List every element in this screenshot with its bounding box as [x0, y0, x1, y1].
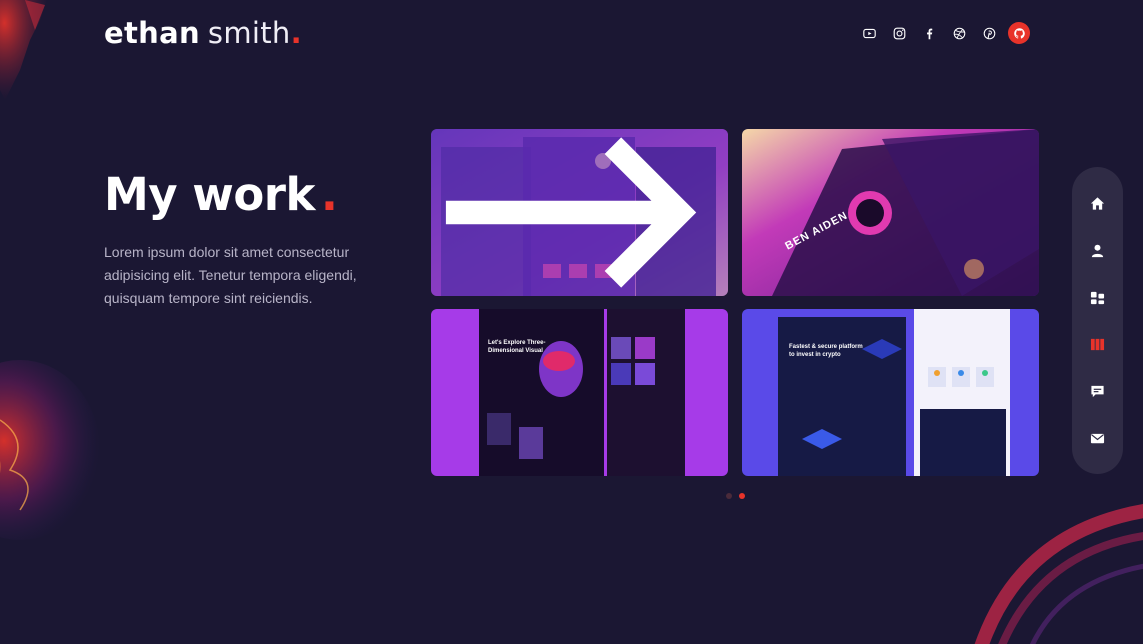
project-preview-2: [742, 129, 1039, 296]
youtube-icon: [862, 28, 876, 38]
page-title: My work.: [104, 168, 404, 221]
pinterest-icon: [983, 27, 995, 39]
facebook-link[interactable]: [918, 22, 940, 44]
logo-last-name: smith: [207, 16, 291, 50]
pinterest-link[interactable]: [978, 22, 1000, 44]
home-icon: [1090, 196, 1105, 210]
top-left-splash: [0, 0, 47, 100]
testimonial-icon: [1091, 385, 1104, 397]
side-navigation: [1072, 167, 1123, 474]
instagram-link[interactable]: [888, 22, 910, 44]
project-preview-3: [431, 309, 728, 476]
github-link[interactable]: [1008, 22, 1030, 44]
page-title-text: My work: [104, 168, 315, 221]
nav-home[interactable]: [1088, 193, 1108, 213]
live-project-link[interactable]: LIVE PROJECT: [445, 137, 697, 288]
project-3-heading: Let's Explore Three-Dimensional Visual: [488, 340, 546, 354]
nav-about[interactable]: [1088, 240, 1108, 260]
github-icon: [1013, 27, 1025, 39]
left-brain-art: [0, 360, 100, 540]
dribbble-icon: [953, 27, 965, 39]
carousel-pagination: [726, 493, 745, 499]
nav-services[interactable]: [1088, 287, 1108, 307]
nav-contact[interactable]: [1088, 428, 1108, 448]
project-preview-4: [742, 309, 1039, 476]
dribbble-link[interactable]: [948, 22, 970, 44]
project-card-1[interactable]: LIVE PROJECT: [431, 129, 728, 296]
social-links: [858, 22, 1030, 44]
page-dot-2[interactable]: [739, 493, 745, 499]
bottom-right-swirl: [974, 504, 1143, 644]
arrow-right-icon: [445, 137, 697, 288]
project-card-2[interactable]: BEN AIDEN: [742, 129, 1039, 296]
nav-testimonials[interactable]: [1088, 381, 1108, 401]
project-card-4[interactable]: Fastest & secure platform to invest in c…: [742, 309, 1039, 476]
logo-first-name: ethan: [104, 16, 200, 50]
site-logo[interactable]: ethan smith.: [104, 16, 302, 50]
services-icon: [1090, 291, 1105, 304]
user-icon: [1091, 244, 1104, 257]
portfolio-icon: [1090, 338, 1105, 350]
facebook-icon: [926, 28, 932, 39]
project-4-heading: Fastest & secure platform to invest in c…: [789, 344, 863, 358]
hero-description: Lorem ipsum dolor sit amet consectetur a…: [104, 244, 357, 306]
page-dot-1[interactable]: [726, 493, 732, 499]
logo-dot: .: [290, 16, 302, 50]
hero-section: My work. Lorem ipsum dolor sit amet cons…: [104, 168, 404, 310]
mail-icon: [1090, 433, 1105, 443]
youtube-link[interactable]: [858, 22, 880, 44]
nav-portfolio[interactable]: [1088, 334, 1108, 354]
live-project-overlay[interactable]: LIVE PROJECT: [431, 129, 728, 296]
title-dot: .: [320, 168, 338, 221]
project-card-3[interactable]: Let's Explore Three-Dimensional Visual: [431, 309, 728, 476]
instagram-icon: [893, 27, 905, 39]
